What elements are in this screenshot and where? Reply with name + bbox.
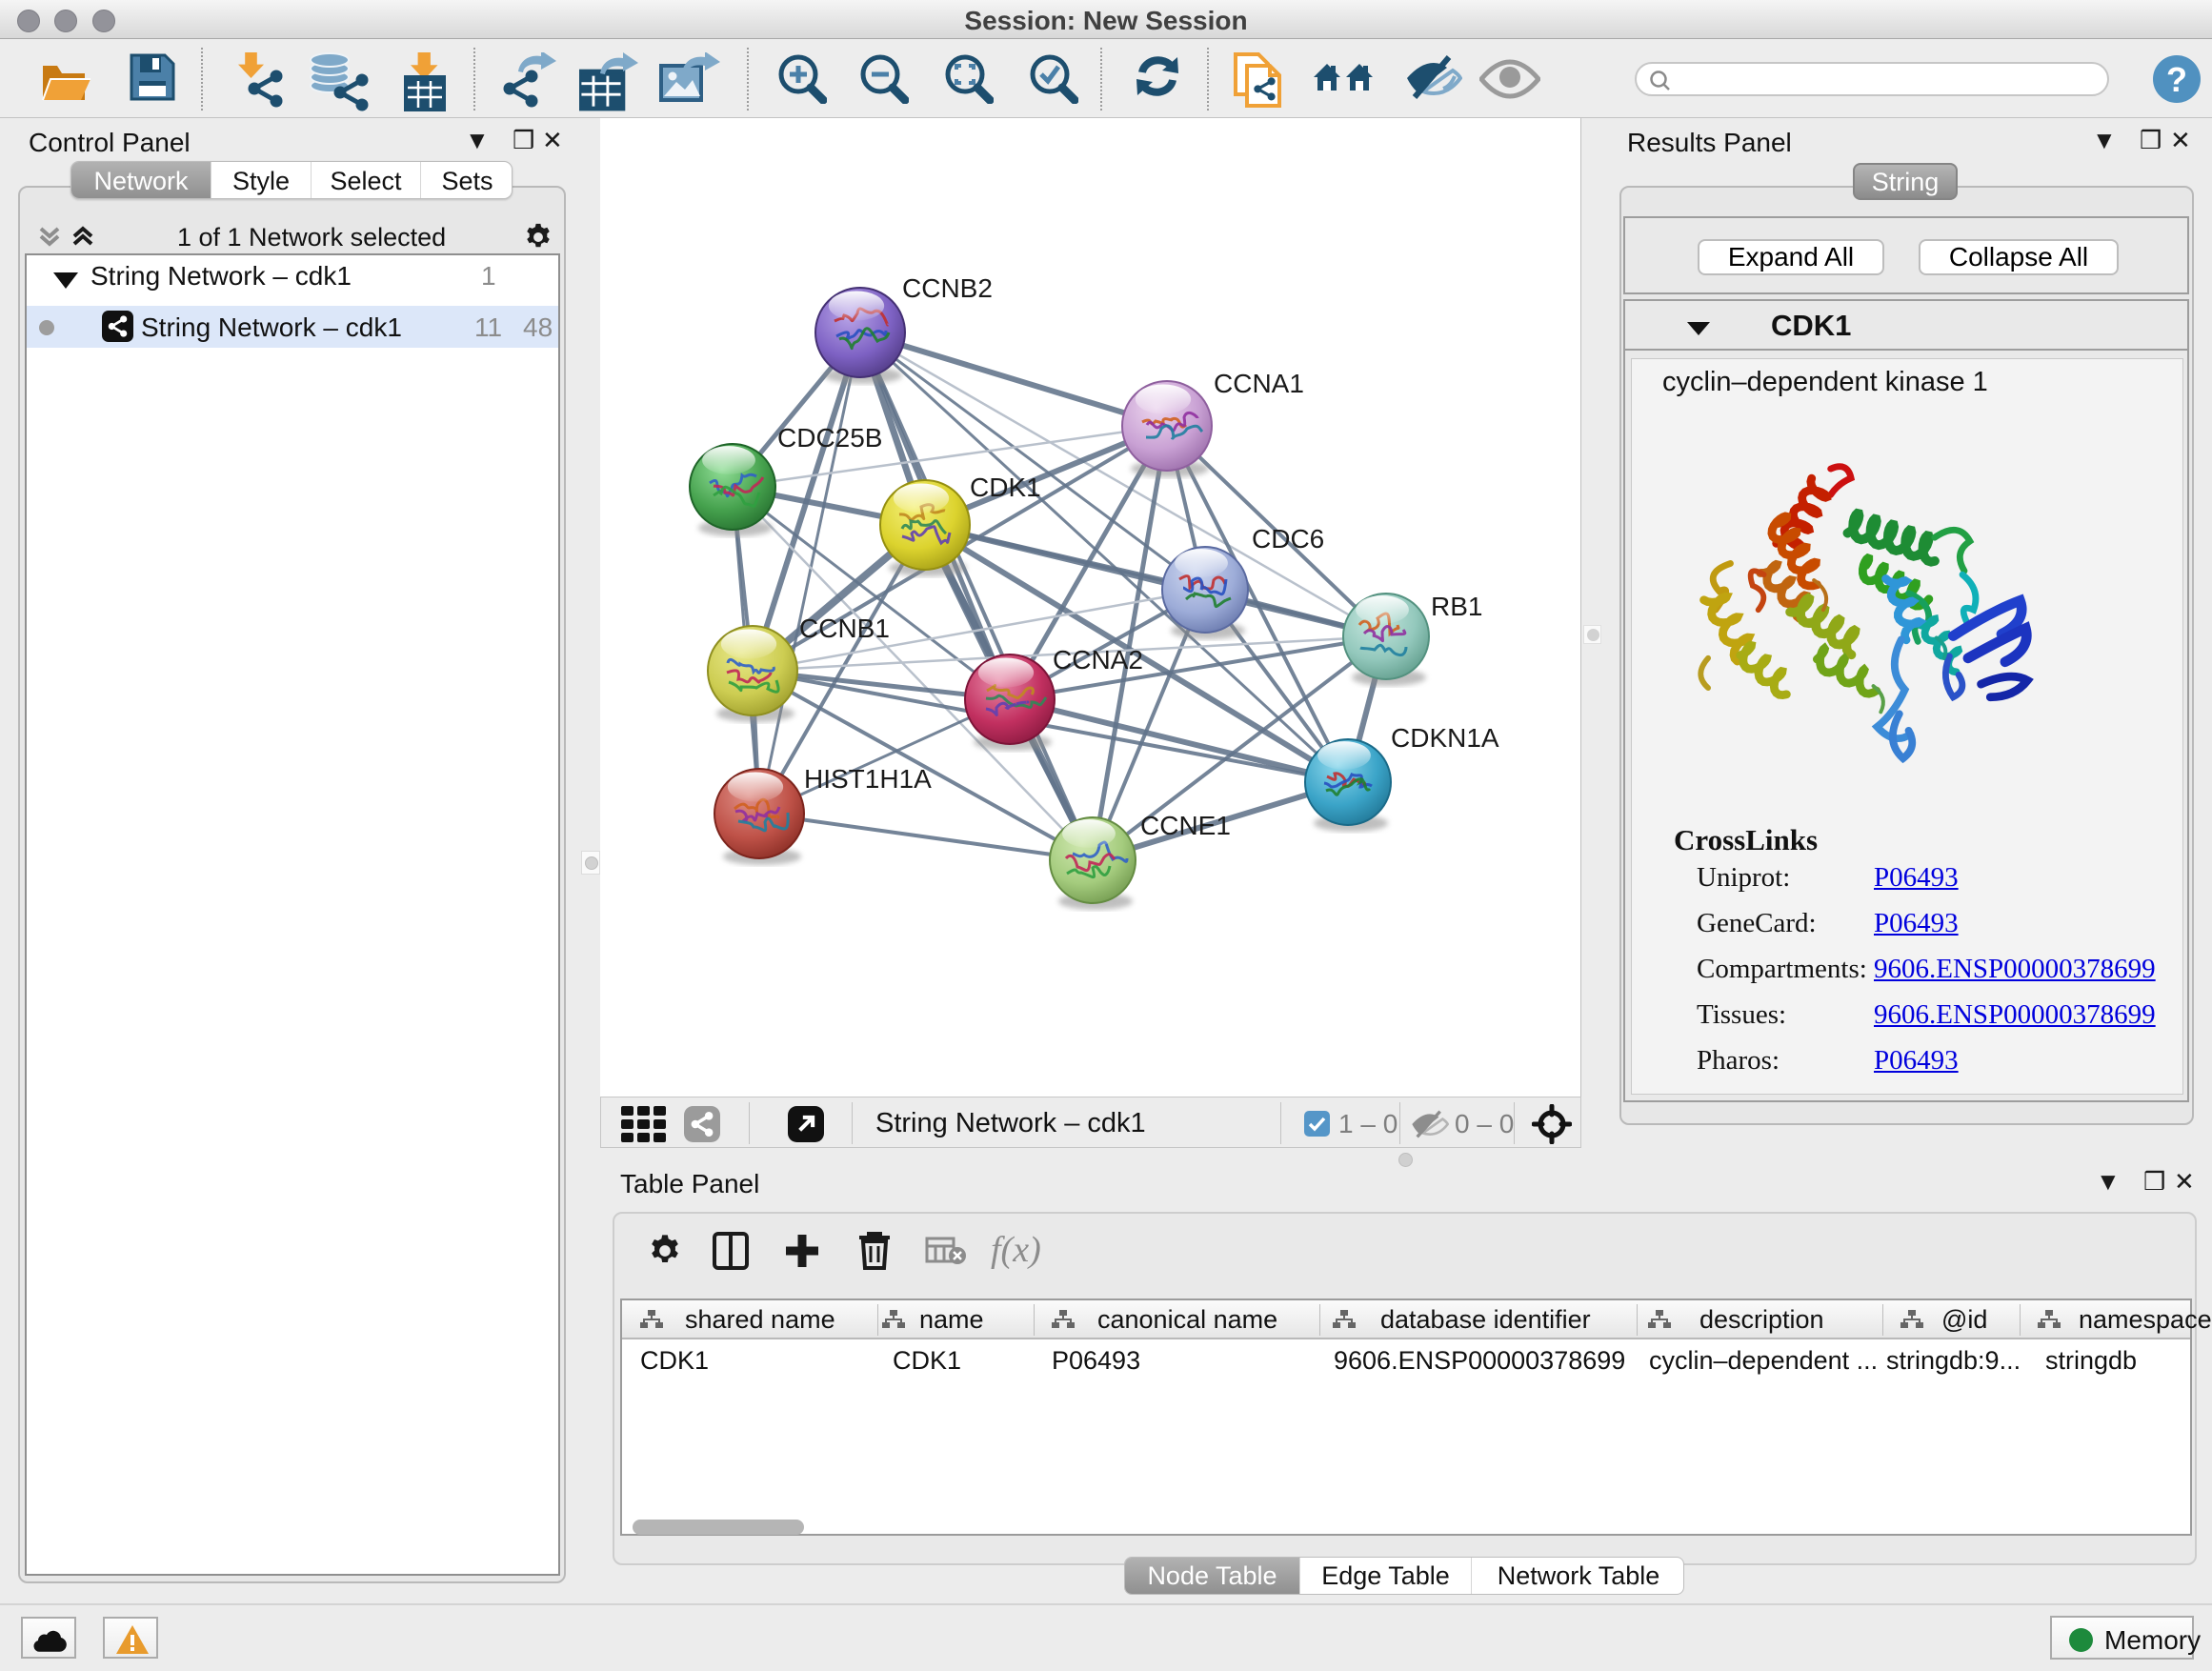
svg-text:CDK1: CDK1 <box>970 473 1041 502</box>
svg-text:CCNE1: CCNE1 <box>1140 811 1231 840</box>
svg-text:CDKN1A: CDKN1A <box>1391 723 1499 753</box>
svg-text:CDC6: CDC6 <box>1252 524 1324 554</box>
svg-text:CCNA2: CCNA2 <box>1053 645 1143 674</box>
svg-text:CCNB2: CCNB2 <box>902 273 993 303</box>
svg-text:CCNA1: CCNA1 <box>1214 369 1304 398</box>
svg-text:HIST1H1A: HIST1H1A <box>804 764 932 794</box>
svg-text:RB1: RB1 <box>1431 592 1482 621</box>
svg-text:CCNB1: CCNB1 <box>799 614 890 643</box>
svg-text:CDC25B: CDC25B <box>777 423 882 453</box>
